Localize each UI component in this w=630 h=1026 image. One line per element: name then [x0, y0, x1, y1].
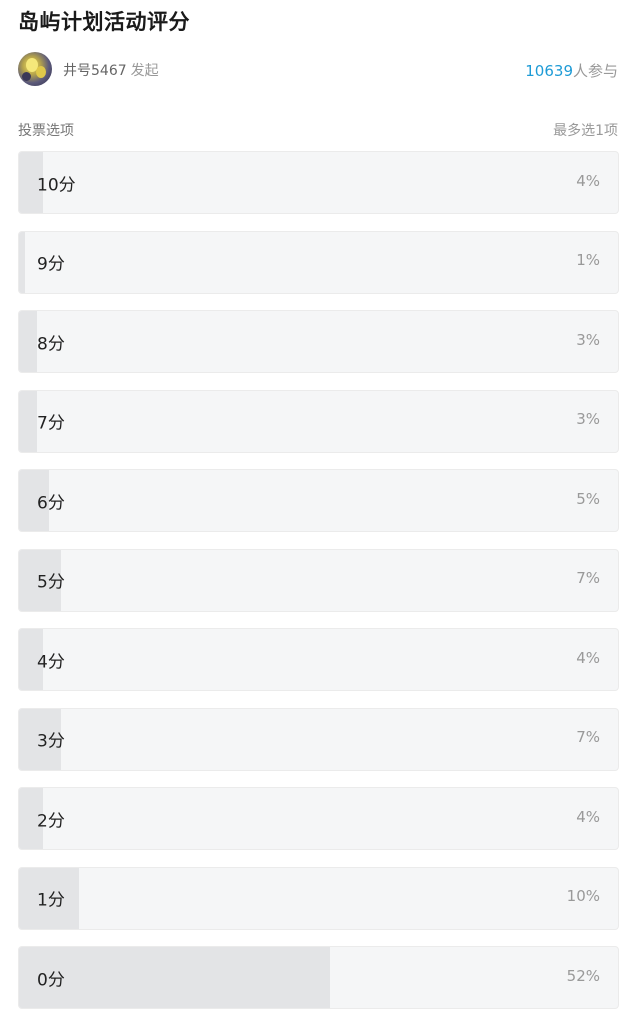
- vote-option-label: 9分: [37, 254, 65, 275]
- vote-limit-text: 最多选1项: [553, 123, 618, 139]
- vote-option-label: 7分: [37, 413, 65, 434]
- vote-option-result-bar: [19, 311, 37, 372]
- author-info: 井号5467 发起: [63, 60, 159, 80]
- vote-option-label: 5分: [37, 572, 65, 593]
- vote-option-result-bar: [19, 390, 37, 452]
- avatar-image-shadow: [22, 72, 31, 81]
- poll-title: 岛屿计划活动评分: [18, 10, 190, 34]
- vote-option-percent: 4%: [576, 807, 600, 826]
- avatar[interactable]: [18, 52, 52, 86]
- avatar-image-detail: [36, 66, 46, 78]
- vote-option-percent: 7%: [576, 727, 600, 746]
- vote-option-label: 3分: [37, 731, 65, 752]
- vote-option[interactable]: 9分 1%: [18, 230, 619, 294]
- vote-option[interactable]: 3分 7%: [18, 707, 619, 771]
- vote-option-label: 0分: [37, 970, 65, 990]
- vote-option-label: 8分: [37, 334, 65, 354]
- vote-option-result-bar: [19, 231, 25, 293]
- participants-number: 10639: [525, 62, 573, 80]
- vote-option-percent: 3%: [576, 330, 600, 349]
- vote-option[interactable]: 2分 4%: [18, 787, 619, 850]
- vote-option[interactable]: 4分 4%: [18, 628, 619, 691]
- vote-option[interactable]: 10分 4%: [18, 151, 619, 214]
- vote-option-label: 2分: [37, 811, 65, 831]
- vote-option-percent: 1%: [576, 250, 600, 269]
- vote-option-percent: 4%: [576, 648, 600, 667]
- vote-option-label: 1分: [37, 890, 65, 911]
- author-action: 发起: [130, 63, 159, 79]
- vote-option-label: 10分: [37, 175, 76, 195]
- vote-option-percent: 10%: [566, 886, 600, 905]
- vote-option-percent: 3%: [576, 409, 600, 428]
- vote-option-label: 4分: [37, 652, 65, 672]
- vote-option[interactable]: 8分 3%: [18, 310, 619, 373]
- vote-option-percent: 5%: [576, 489, 600, 508]
- vote-option-label: 6分: [37, 493, 65, 513]
- vote-option-percent: 7%: [576, 568, 600, 587]
- vote-options-list: 10分 4% 9分 1% 8分 3% 7分 3% 6分 5% 5分 7% 4分 4% 3分 7% 2分 4% 1分 1…: [18, 151, 619, 1026]
- participants-suffix: 人参与: [572, 62, 618, 80]
- vote-option[interactable]: 6分 5%: [18, 469, 619, 532]
- vote-option[interactable]: 1分 10%: [18, 866, 619, 930]
- vote-options-label: 投票选项: [18, 123, 74, 139]
- vote-option[interactable]: 7分 3%: [18, 389, 619, 453]
- participants-count: 10639人参与: [525, 60, 618, 81]
- vote-option[interactable]: 5分 7%: [18, 548, 619, 612]
- author-row: 井号5467 发起 10639人参与: [18, 52, 618, 88]
- vote-option[interactable]: 0分 52%: [18, 946, 619, 1009]
- vote-option-percent: 52%: [566, 966, 600, 985]
- vote-option-percent: 4%: [576, 171, 600, 190]
- author-name[interactable]: 井号5467: [63, 63, 127, 79]
- vote-options-header: 投票选项 最多选1项: [18, 120, 618, 140]
- vote-option-result-bar: [19, 947, 331, 1008]
